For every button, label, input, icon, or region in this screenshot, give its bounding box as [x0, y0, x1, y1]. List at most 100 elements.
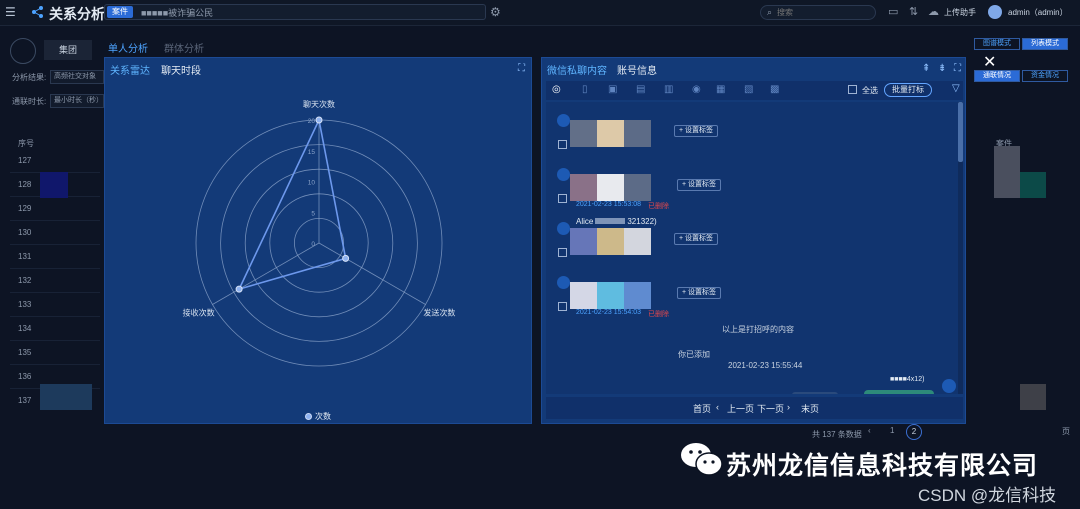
- tab-account-info[interactable]: 账号信息: [617, 62, 657, 77]
- chart-legend[interactable]: 次数: [305, 411, 331, 422]
- sender-id-suffix: 321322): [627, 217, 657, 226]
- table-row[interactable]: 129: [18, 204, 31, 213]
- image-thumbnail[interactable]: [570, 282, 597, 309]
- fund-status-button[interactable]: 资金情况: [1022, 70, 1068, 82]
- table-row[interactable]: 131: [18, 252, 31, 261]
- case-selector[interactable]: 案件 ■■■■■被诈骗公民: [104, 4, 486, 20]
- message-bubble[interactable]: [864, 390, 934, 394]
- chat-pager: 首页 ‹ 上一页 下一页 › 末页: [546, 397, 963, 419]
- chat-message-list[interactable]: + 设置标签 + 设置标签 2021-02-23 15:53:08 已删除 Al…: [546, 102, 963, 394]
- image-thumbnail[interactable]: [597, 228, 624, 255]
- radar-axis: [318, 242, 426, 305]
- tab-wechat-private-chat[interactable]: 微信私聊内容: [547, 62, 607, 77]
- set-tag-button[interactable]: + 设置标签: [674, 233, 719, 245]
- lock-icon[interactable]: ▧: [744, 84, 753, 95]
- top-search-box[interactable]: ⌕: [760, 5, 876, 20]
- filter-result-select[interactable]: 高频社交对象: [50, 70, 104, 84]
- sender-line: Alice 321322): [576, 217, 657, 226]
- image-icon[interactable]: ▣: [608, 84, 617, 95]
- first-page-link[interactable]: 首页: [693, 402, 711, 415]
- table-row[interactable]: 136: [18, 372, 31, 381]
- message-bubble[interactable]: [792, 392, 838, 394]
- table-row[interactable]: 134: [18, 324, 31, 333]
- filter-label-duration: 通联时长:: [12, 97, 47, 106]
- table-row[interactable]: 127: [18, 156, 31, 165]
- radar-tick-label: 5: [311, 210, 315, 217]
- scrollbar-thumb[interactable]: [958, 102, 963, 162]
- hamburger-menu-icon[interactable]: ☰: [5, 6, 17, 18]
- next-page-link[interactable]: 下一页: [757, 402, 784, 415]
- set-tag-button[interactable]: + 设置标签: [674, 125, 719, 137]
- qrcode-icon[interactable]: ▩: [770, 84, 779, 95]
- top-search-input[interactable]: [777, 7, 871, 18]
- grid-icon[interactable]: ▥: [664, 84, 673, 95]
- close-icon[interactable]: ✕: [983, 52, 996, 72]
- blurred-cell: [1020, 384, 1046, 410]
- message-checkbox[interactable]: [558, 140, 567, 149]
- profile-tab[interactable]: 集团: [44, 40, 92, 60]
- last-page-link[interactable]: 末页: [801, 402, 819, 415]
- upload-assistant-label[interactable]: 上传助手: [944, 7, 976, 18]
- filter-icon[interactable]: ▽: [952, 83, 960, 94]
- sender-avatar: [557, 222, 570, 235]
- sort-icon[interactable]: ⇅: [909, 5, 918, 18]
- pager-page-1[interactable]: 1: [890, 426, 894, 435]
- location-icon[interactable]: ◉: [692, 84, 701, 95]
- radar-point: [235, 285, 243, 293]
- card-icon[interactable]: ▦: [716, 84, 725, 95]
- message-status: 已删除: [648, 203, 669, 210]
- cloud-upload-icon[interactable]: ☁: [928, 5, 939, 18]
- message-icon[interactable]: ▭: [888, 5, 898, 18]
- fullscreen-icon[interactable]: ⛶: [954, 63, 961, 74]
- graph-mode-button[interactable]: 图谱模式: [974, 38, 1020, 50]
- set-tag-button[interactable]: + 设置标签: [677, 179, 722, 191]
- table-row[interactable]: 130: [18, 228, 31, 237]
- prev-page-link[interactable]: 上一页: [727, 402, 754, 415]
- pager-total: 共 137 条数据: [812, 430, 862, 439]
- sort-desc-icon[interactable]: ⇟: [938, 63, 946, 74]
- message-time: 2021-02-23 15:54:03: [576, 309, 641, 316]
- image-thumbnail[interactable]: [624, 174, 651, 201]
- settings-gear-icon[interactable]: ⚙: [490, 5, 501, 19]
- image-thumbnail[interactable]: [570, 228, 597, 255]
- message-checkbox[interactable]: [558, 248, 567, 257]
- table-row[interactable]: 137: [18, 396, 31, 405]
- table-row[interactable]: 128: [18, 180, 31, 189]
- image-thumbnail[interactable]: [570, 120, 597, 147]
- list-mode-button[interactable]: 列表模式: [1022, 38, 1068, 50]
- user-name[interactable]: admin（admin）: [1008, 7, 1068, 18]
- image-thumbnail[interactable]: [624, 120, 651, 147]
- wechat-icon[interactable]: ◎: [552, 84, 561, 95]
- chat-scrollbar[interactable]: [958, 102, 963, 394]
- video-icon[interactable]: ▤: [636, 84, 645, 95]
- table-row[interactable]: 133: [18, 300, 31, 309]
- tab-group-analysis[interactable]: 群体分析: [164, 40, 204, 55]
- image-thumbnail[interactable]: [597, 120, 624, 147]
- message-checkbox[interactable]: [558, 302, 567, 311]
- pager-page-2[interactable]: 2: [906, 424, 922, 440]
- prev-chevron-icon[interactable]: ‹: [716, 402, 719, 412]
- tab-single-analysis[interactable]: 单人分析: [108, 40, 148, 55]
- image-thumbnail[interactable]: [597, 174, 624, 201]
- image-thumbnail[interactable]: [624, 282, 651, 309]
- batch-tag-button[interactable]: 批量打标: [884, 83, 932, 97]
- sort-asc-icon[interactable]: ⇞: [922, 63, 930, 74]
- contact-status-button[interactable]: 通联情况: [974, 70, 1020, 82]
- filter-duration-input[interactable]: 最小时长（秒）: [50, 94, 104, 108]
- image-thumbnail[interactable]: [597, 282, 624, 309]
- image-thumbnail[interactable]: [570, 174, 597, 201]
- image-thumbnail[interactable]: [624, 228, 651, 255]
- profile-avatar: [10, 38, 36, 64]
- case-tag: 案件: [107, 6, 133, 18]
- blurred-cell: [40, 172, 68, 198]
- filter-label-result: 分析结果:: [12, 73, 47, 82]
- table-row[interactable]: 132: [18, 276, 31, 285]
- pager-prev-icon[interactable]: ‹: [868, 426, 871, 435]
- set-tag-button[interactable]: + 设置标签: [677, 287, 722, 299]
- message-checkbox[interactable]: [558, 194, 567, 203]
- file-icon[interactable]: ▯: [582, 84, 588, 95]
- select-all-checkbox[interactable]: [848, 85, 857, 94]
- next-chevron-icon[interactable]: ›: [787, 402, 790, 412]
- user-avatar[interactable]: [988, 5, 1002, 19]
- table-row[interactable]: 135: [18, 348, 31, 357]
